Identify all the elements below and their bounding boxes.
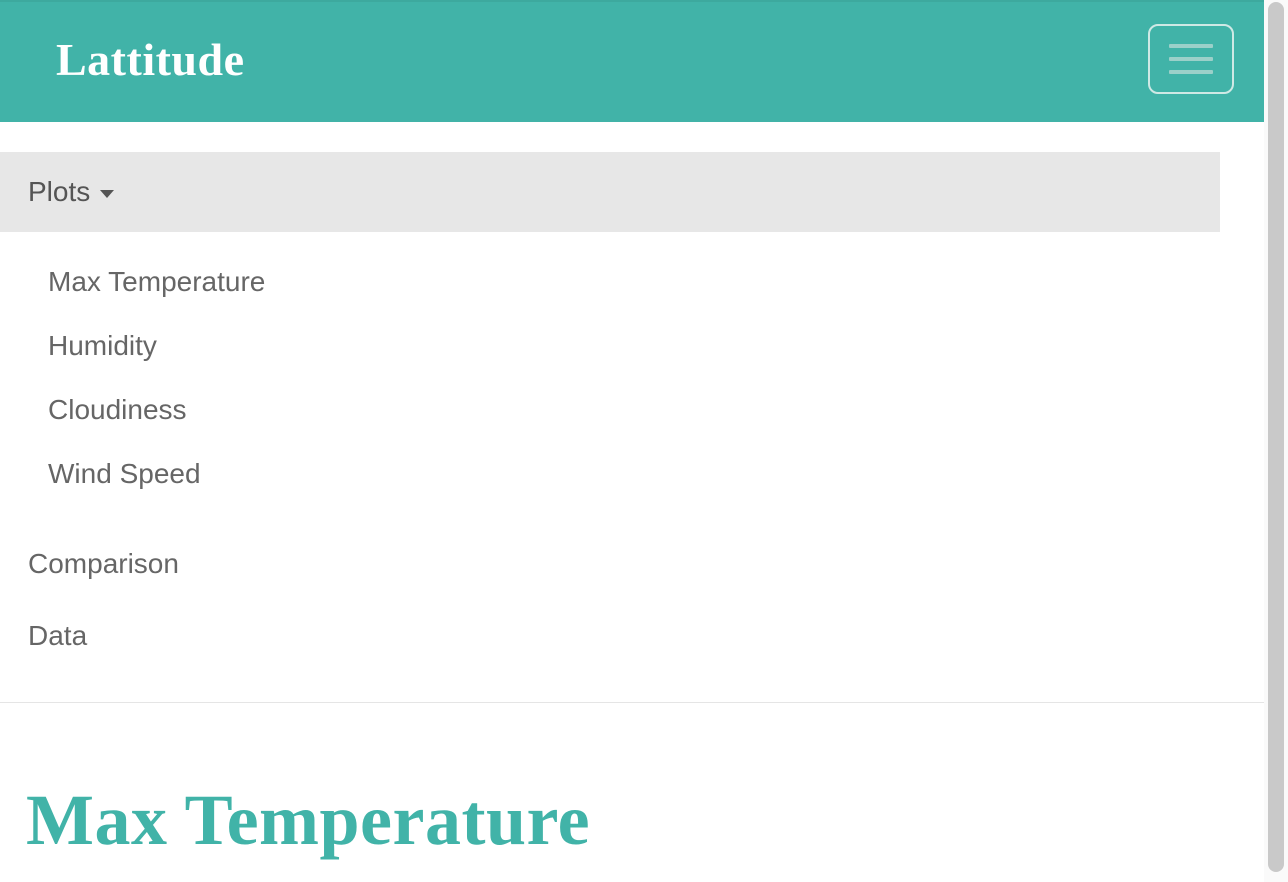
nav-links: Comparison Data <box>0 506 1264 703</box>
plots-item-cloudiness[interactable]: Cloudiness <box>0 378 1264 442</box>
plots-item-humidity[interactable]: Humidity <box>0 314 1264 378</box>
scrollbar-thumb[interactable] <box>1268 2 1284 872</box>
hamburger-icon <box>1169 57 1213 61</box>
plots-label: Plots <box>28 176 90 208</box>
nav-link-comparison[interactable]: Comparison <box>0 528 1264 600</box>
plots-item-wind-speed[interactable]: Wind Speed <box>0 442 1264 506</box>
plots-dropdown-header[interactable]: Plots <box>0 152 1220 232</box>
hamburger-menu-button[interactable] <box>1148 24 1234 94</box>
hamburger-icon <box>1169 44 1213 48</box>
navbar: Lattitude <box>0 0 1264 122</box>
plots-dropdown-menu: Max Temperature Humidity Cloudiness Wind… <box>0 232 1264 506</box>
plots-dropdown-toggle[interactable]: Plots <box>28 176 114 208</box>
page-title: Max Temperature <box>0 703 1264 862</box>
brand-logo[interactable]: Lattitude <box>56 33 245 86</box>
nav-link-data[interactable]: Data <box>0 600 1264 672</box>
caret-down-icon <box>100 190 114 198</box>
plots-item-max-temperature[interactable]: Max Temperature <box>0 250 1264 314</box>
scrollbar[interactable] <box>1264 0 1288 882</box>
hamburger-icon <box>1169 70 1213 74</box>
